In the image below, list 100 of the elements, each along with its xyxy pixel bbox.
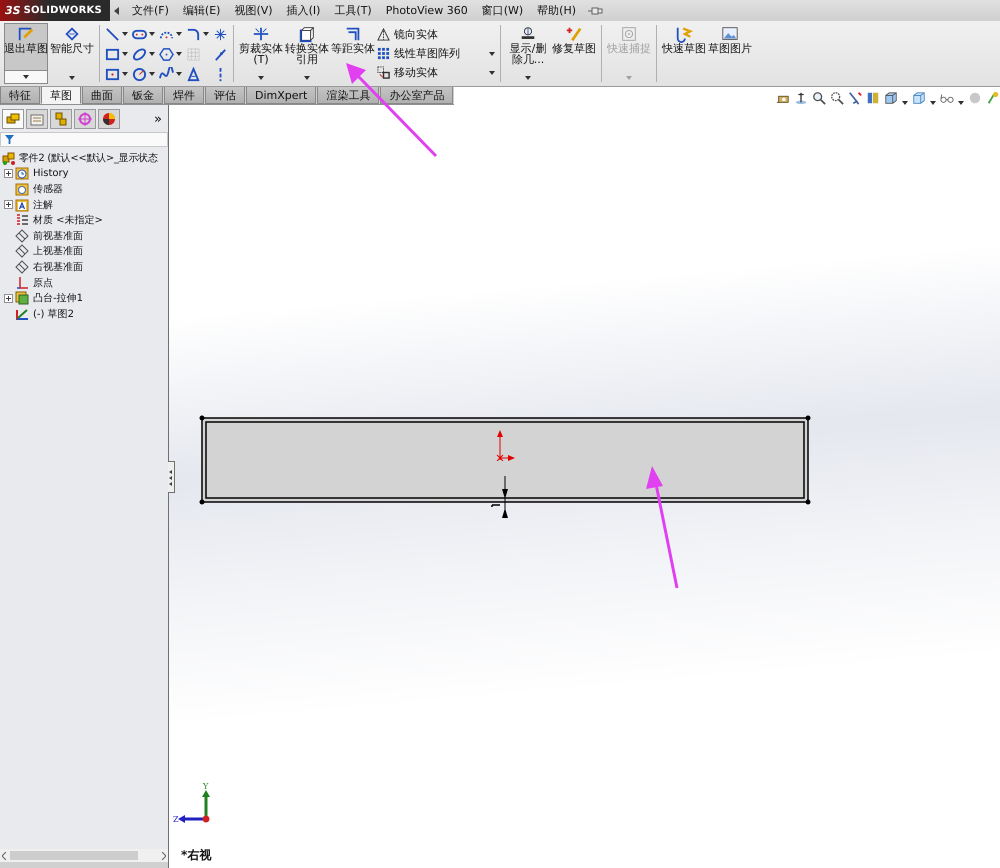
fillet-icon[interactable] [186,26,201,42]
more-tabs-button[interactable]: » [154,112,162,126]
expand-icon[interactable] [4,200,13,210]
cube-icon[interactable] [912,91,926,105]
tree-item[interactable]: 前视基准面 [31,228,83,243]
plane-icon [15,260,29,274]
tab[interactable]: 钣金 [123,87,163,104]
tree-item[interactable]: 凸台-拉伸1 [31,291,83,306]
view-orientation-icon[interactable] [884,91,898,105]
tree-item[interactable]: 零件2 (默认<<默认>_显示状态 [18,150,158,165]
ribbon-button[interactable]: 转换实体引用 [285,23,329,72]
caret-icon[interactable] [149,72,155,76]
tree-item[interactable]: 右视基准面 [31,260,83,274]
caret-icon[interactable] [203,32,209,36]
caret-icon[interactable] [525,76,531,80]
plane-icon [15,228,29,243]
ribbon-button[interactable]: 线性草图阵列 [377,46,481,61]
panel-tab[interactable] [50,109,72,129]
ribbon-button[interactable]: 等距实体 [331,23,375,72]
tab[interactable]: 渲染工具 [317,87,380,104]
caret-icon[interactable] [489,70,495,74]
trim-line-icon[interactable] [213,46,228,62]
expand-icon[interactable] [4,168,13,178]
ribbon-button[interactable]: 显示/删除几... [506,23,550,72]
sketch-icon [15,306,29,321]
point-icon[interactable] [213,26,228,42]
tree-item[interactable]: 材质 <未指定> [31,213,103,228]
expand-icon[interactable] [4,294,13,303]
sketch-rectangle[interactable] [199,415,811,505]
previous-view-icon[interactable] [848,91,862,105]
ribbon-button[interactable]: 移动实体 [377,65,481,80]
line-icon[interactable] [105,26,120,42]
scene-icon[interactable] [986,91,1000,105]
ribbon-button[interactable]: 退出草图 [4,23,48,71]
menu-item[interactable]: 编辑(E) [176,3,228,18]
caret-icon[interactable] [176,52,182,56]
tab[interactable]: 焊件 [164,87,204,104]
polygon-icon[interactable] [159,46,174,62]
tab[interactable]: 评估 [205,87,245,104]
section-view-icon[interactable] [866,91,880,105]
feature-tab-icon [6,112,20,126]
horizontal-scrollbar[interactable] [0,849,168,862]
center-rectangle-icon[interactable] [105,66,120,82]
caret-icon[interactable] [176,72,182,76]
text-icon[interactable] [186,66,201,82]
caret-icon[interactable] [149,32,155,36]
caret-icon[interactable] [176,32,182,36]
panel-collapse-handle[interactable] [168,461,175,493]
panel-tab[interactable] [2,109,24,129]
spline-icon[interactable] [159,66,174,82]
tree-item[interactable]: 原点 [31,276,53,290]
ribbon-button[interactable]: 镜向实体 [377,27,481,42]
caret-icon[interactable] [23,75,29,79]
ellipse-icon[interactable] [132,46,147,62]
circle-icon[interactable] [132,66,147,82]
scroll-left-icon[interactable] [2,852,7,860]
menu-item[interactable]: 窗口(W) [474,3,530,18]
picture-icon [721,25,739,43]
ribbon-button[interactable]: 修复草图 [552,23,596,72]
scroll-right-icon[interactable] [161,852,166,860]
caret-icon[interactable] [122,32,128,36]
tree-item[interactable]: 注解 [31,198,53,212]
caret-icon[interactable] [122,52,128,56]
menu-item[interactable]: 文件(F) [125,3,176,18]
tree-item[interactable]: 上视基准面 [31,244,83,258]
tab[interactable]: 办公室产品 [380,87,454,104]
tab[interactable]: 曲面 [82,87,122,104]
panel-tab[interactable] [98,109,120,129]
caret-icon[interactable] [489,52,495,56]
zoom-fit-icon[interactable] [812,91,826,105]
annotation-folder-icon [15,198,29,212]
caret-icon[interactable] [304,76,310,80]
quick-sketch-icon [675,25,693,43]
tab[interactable]: DimXpert [246,87,316,104]
tab[interactable]: 特征 [0,87,40,104]
ribbon-button[interactable]: 草图图片 [708,23,752,72]
panel-tab[interactable] [26,109,48,129]
menu-item[interactable]: 插入(I) [280,3,328,18]
zoom-area-icon[interactable] [830,91,844,105]
extrude-icon [15,291,29,306]
menu-item[interactable]: 工具(T) [327,3,379,18]
ribbon-button[interactable]: 快速草图 [662,23,706,72]
menu-item[interactable]: PhotoView 360 [378,4,475,17]
menu-item[interactable]: 视图(V) [227,3,280,18]
menu-item[interactable]: 帮助(H) [530,3,584,18]
ribbon-button[interactable]: 智能尺寸 [50,23,94,72]
rectangle-icon[interactable] [105,46,120,62]
caret-icon[interactable] [149,52,155,56]
tree-item[interactable]: History [31,168,69,179]
tree-item[interactable]: 传感器 [31,182,63,196]
pin-icon[interactable] [587,6,604,16]
normal-to-icon[interactable] [794,91,808,105]
tab[interactable]: 草图 [41,87,81,104]
caret-icon[interactable] [258,76,264,80]
config-tab-icon [54,112,68,126]
caret-icon[interactable] [69,76,75,80]
caret-left-icon[interactable] [114,6,119,14]
caret-icon[interactable] [122,72,128,76]
tree-item[interactable]: (-) 草图2 [31,306,74,321]
ribbon-button[interactable]: 剪裁实体(T) [239,23,283,72]
